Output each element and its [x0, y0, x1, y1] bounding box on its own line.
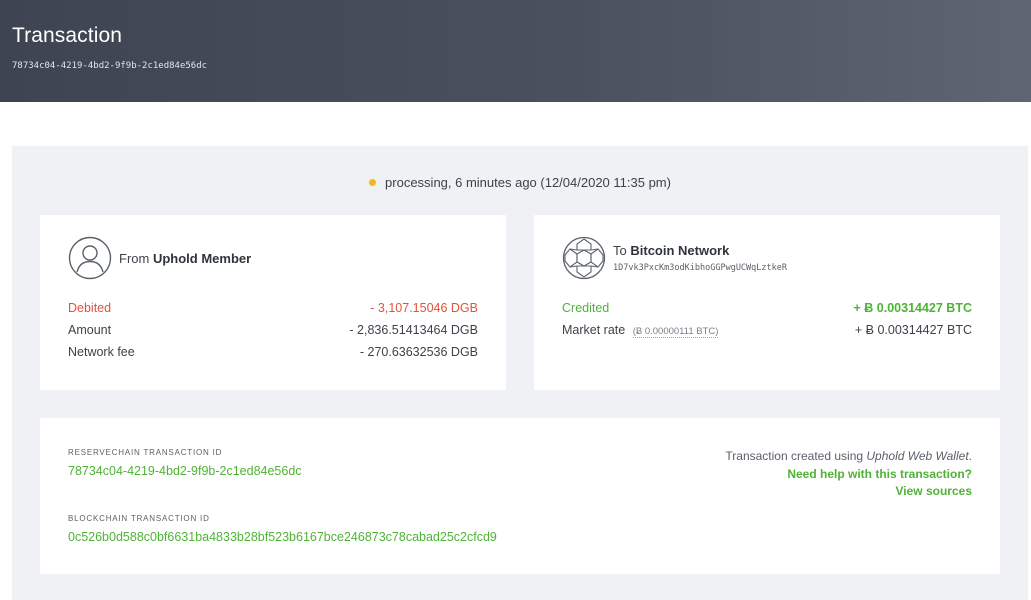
amount-value: - 2,836.51413464 DGB	[349, 323, 478, 337]
to-card: To Bitcoin Network 1D7vk3PxcKm3odKibhoGG…	[534, 215, 1000, 390]
page-header: Transaction 78734c04-4219-4bd2-9f9b-2c1e…	[0, 0, 1031, 102]
credited-label: Credited	[562, 301, 610, 315]
transaction-ids-card: RESERVECHAIN TRANSACTION ID 78734c04-421…	[40, 418, 1000, 574]
help-link[interactable]: Need help with this transaction?	[725, 466, 972, 484]
transaction-id-subtitle: 78734c04-4219-4bd2-9f9b-2c1ed84e56dc	[12, 61, 208, 71]
blockchain-id-label: BLOCKCHAIN TRANSACTION ID	[68, 514, 210, 523]
created-using-text: Transaction created using Uphold Web Wal…	[725, 448, 972, 466]
to-party: To Bitcoin Network 1D7vk3PxcKm3odKibhoGG…	[562, 236, 787, 280]
created-suffix: .	[968, 449, 972, 463]
to-party-text: To Bitcoin Network 1D7vk3PxcKm3odKibhoGG…	[613, 243, 787, 273]
amount-row: Amount - 2,836.51413464 DGB	[68, 323, 478, 337]
reservechain-id-value[interactable]: 78734c04-4219-4bd2-9f9b-2c1ed84e56dc	[68, 464, 302, 478]
to-party-label: To Bitcoin Network	[613, 243, 787, 258]
from-prefix: From	[119, 250, 150, 266]
page-title: Transaction	[12, 24, 123, 47]
from-card: From Uphold Member Debited - 3,107.15046…	[40, 215, 506, 390]
transaction-info: Transaction created using Uphold Web Wal…	[725, 448, 972, 501]
to-prefix: To	[613, 243, 627, 258]
status-dot-icon	[369, 179, 377, 186]
view-sources-link[interactable]: View sources	[725, 483, 973, 501]
from-name: Uphold Member	[152, 250, 252, 266]
reservechain-id-label: RESERVECHAIN TRANSACTION ID	[68, 448, 223, 457]
status-text: processing, 6 minutes ago (12/04/2020 11…	[385, 175, 671, 190]
blockchain-id-value[interactable]: 0c526b0d588c0bf6631ba4833b28bf523b6167bc…	[68, 530, 497, 544]
market-rate-value: + Ƀ 0.00314427 BTC	[854, 323, 972, 337]
user-avatar-icon	[68, 236, 112, 280]
network-fee-value: - 270.63632536 DGB	[359, 345, 478, 359]
network-fee-label: Network fee	[68, 345, 135, 359]
destination-address: 1D7vk3PxcKm3odKibhoGGPwgUCWqLztkeR	[613, 263, 787, 273]
debited-label: Debited	[68, 301, 112, 315]
from-party: From Uphold Member	[68, 236, 251, 280]
credited-row: Credited + Ƀ 0.00314427 BTC	[562, 301, 972, 315]
amount-label: Amount	[68, 323, 112, 337]
to-name: Bitcoin Network	[630, 243, 730, 258]
transaction-status: processing, 6 minutes ago (12/04/2020 11…	[12, 175, 1028, 190]
market-rate-label-group: Market rate (Ƀ 0.00000111 BTC)	[562, 323, 719, 338]
credited-value: + Ƀ 0.00314427 BTC	[853, 301, 972, 315]
created-app-name: Uphold Web Wallet	[866, 449, 969, 463]
created-prefix: Transaction created using	[725, 449, 867, 463]
market-rate-note[interactable]: (Ƀ 0.00000111 BTC)	[632, 326, 719, 338]
network-globe-icon	[562, 236, 606, 280]
market-rate-label: Market rate	[562, 323, 626, 337]
from-party-label: From Uphold Member	[119, 251, 251, 266]
debited-row: Debited - 3,107.15046 DGB	[68, 301, 478, 315]
debited-value: - 3,107.15046 DGB	[370, 301, 478, 315]
transaction-panel: processing, 6 minutes ago (12/04/2020 11…	[12, 146, 1028, 600]
market-rate-row: Market rate (Ƀ 0.00000111 BTC) + Ƀ 0.003…	[562, 323, 972, 338]
network-fee-row: Network fee - 270.63632536 DGB	[68, 345, 478, 359]
